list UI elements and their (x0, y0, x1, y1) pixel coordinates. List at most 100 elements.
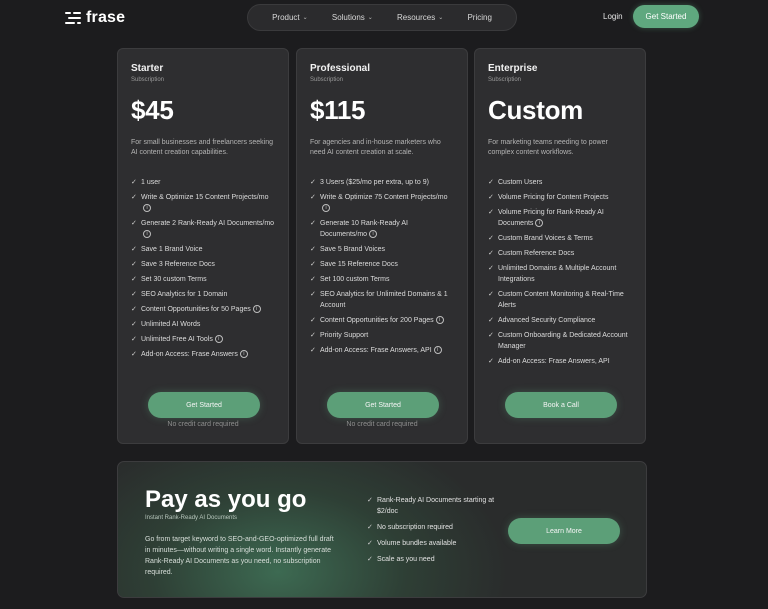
plan-description: For marketing teams needing to power com… (488, 139, 608, 156)
nav-pricing[interactable]: Pricing (467, 13, 491, 22)
feature-text: Save 15 Reference Docs (320, 261, 398, 268)
frase-logo[interactable]: frase (65, 9, 125, 27)
feature-text: Custom Brand Voices & Terms (498, 235, 593, 242)
feature-item: ✓ Write & Optimize 15 Content Projects/mo… (131, 192, 275, 214)
book-a-call-button[interactable]: Book a Call (505, 392, 617, 418)
plan-price: $115 (310, 95, 366, 125)
plan-description: For agencies and in-house marketers who … (310, 139, 441, 156)
feature-item: ✓ Custom Reference Docs (488, 248, 632, 259)
check-icon: ✓ (488, 209, 494, 216)
check-icon: ✓ (310, 179, 316, 186)
feature-item: ✓ Set 30 custom Terms (131, 274, 275, 285)
plan-card-starter: Starter Subscription $45 For small busin… (117, 48, 289, 444)
info-icon[interactable]: i (239, 350, 248, 359)
feature-text: Unlimited Domains & Multiple Account Int… (498, 265, 617, 283)
check-icon: ✓ (310, 317, 316, 324)
check-icon: ✓ (131, 306, 137, 313)
check-icon: ✓ (488, 317, 494, 324)
payg-feature-item: ✓ No subscription required (367, 522, 497, 533)
feature-item: ✓ Advanced Security Compliance (488, 315, 632, 326)
feature-item: ✓ Unlimited Free AI Tools i (131, 334, 275, 345)
feature-text: Unlimited AI Words (141, 321, 201, 328)
plan-features: ✓ 3 Users ($25/mo per extra, up to 9) ✓ Wri… (310, 177, 454, 356)
check-icon: ✓ (131, 220, 137, 227)
feature-text: Write & Optimize 15 Content Projects/moi (141, 194, 269, 213)
check-icon: ✓ (488, 179, 494, 186)
feature-item: ✓ Add-on Access: Frase Answers i (131, 349, 275, 360)
info-icon[interactable]: i (252, 305, 261, 314)
feature-text: Set 100 custom Terms (320, 276, 390, 283)
chevron-down-icon: ⌄ (302, 15, 308, 21)
check-icon: ✓ (310, 220, 316, 227)
info-icon[interactable]: i (433, 346, 442, 355)
payg-feature-item: ✓ Volume bundles available (367, 538, 497, 549)
info-icon[interactable]: i (214, 335, 223, 344)
plan-card-professional: Professional Subscription $115 For agenc… (296, 48, 468, 444)
feature-item: ✓ Save 15 Reference Docs (310, 259, 454, 270)
info-icon[interactable]: i (535, 219, 544, 228)
feature-text: SEO Analytics for 1 Domain (141, 291, 228, 298)
feature-text: Custom Content Monitoring & Real-Time Al… (498, 291, 624, 309)
feature-item: ✓ Volume Pricing for Rank-Ready AI Docume… (488, 207, 632, 229)
info-icon[interactable]: i (143, 230, 151, 239)
check-icon: ✓ (488, 358, 494, 365)
feature-text: Generate 10 Rank-Ready AI Documents/mo i (320, 220, 408, 239)
plan-price: Custom (488, 95, 583, 125)
info-icon[interactable]: i (322, 204, 330, 213)
feature-text: Unlimited Free AI Tools i (141, 334, 223, 345)
payg-title: Pay as you go (145, 486, 307, 513)
plan-features: ✓ Custom Users ✓ Volume Pricing for Content… (488, 177, 632, 367)
feature-item: ✓ Save 3 Reference Docs (131, 259, 275, 270)
payg-subtitle: Instant Rank-Ready AI Documents (145, 515, 238, 521)
info-icon[interactable]: i (369, 230, 378, 239)
plan-name: Starter (131, 63, 164, 74)
check-icon: ✓ (131, 321, 137, 328)
nav-resources[interactable]: Resources ⌄ (397, 13, 443, 22)
feature-item: ✓ Save 1 Brand Voice (131, 244, 275, 255)
feature-item: ✓ Write & Optimize 75 Content Projects/mo… (310, 192, 454, 214)
feature-text: Add-on Access: Frase Answers, API (498, 358, 610, 365)
check-icon: ✓ (131, 246, 137, 253)
plan-type: Subscription (131, 77, 165, 83)
plan-card-enterprise: Enterprise Subscription Custom For marke… (474, 48, 646, 444)
feature-text: Content Opportunities for 50 Pages i (141, 304, 261, 315)
learn-more-button[interactable]: Learn More (508, 518, 620, 544)
check-icon: ✓ (131, 276, 137, 283)
feature-text: Priority Support (320, 332, 369, 339)
check-icon: ✓ (488, 250, 494, 257)
check-icon: ✓ (367, 524, 373, 531)
plan-name: Enterprise (488, 63, 538, 74)
get-started-button[interactable]: Get Started (148, 392, 260, 418)
feature-text: Content Opportunities for 200 Pages i (320, 315, 444, 326)
info-icon[interactable]: i (435, 316, 444, 325)
nav-solutions[interactable]: Solutions ⌄ (332, 13, 373, 22)
pay-as-you-go-section: Pay as you go Instant Rank-Ready AI Docu… (117, 461, 647, 598)
header-get-started-button[interactable]: Get Started (633, 5, 699, 28)
get-started-button[interactable]: Get Started (327, 392, 439, 418)
check-icon: ✓ (310, 194, 316, 201)
check-icon: ✓ (310, 276, 316, 283)
feature-item: ✓ Set 100 custom Terms (310, 274, 454, 285)
check-icon: ✓ (131, 179, 137, 186)
feature-text: Add-on Access: Frase Answers i (141, 349, 248, 360)
feature-text: Write & Optimize 75 Content Projects/moi (320, 194, 448, 213)
chevron-down-icon: ⌄ (438, 15, 444, 21)
feature-item: ✓ Generate 2 Rank-Ready AI Documents/moi (131, 218, 275, 240)
logo-text: frase (86, 9, 126, 26)
plan-name: Professional (310, 63, 371, 74)
plan-type: Subscription (310, 77, 344, 83)
feature-item: ✓ 3 Users ($25/mo per extra, up to 9) (310, 177, 454, 188)
plan-features: ✓ 1 user ✓ Write & Optimize 15 Content Proj… (131, 177, 275, 360)
feature-item: ✓ SEO Analytics for 1 Domain (131, 289, 275, 300)
frase-logo-icon (65, 11, 81, 25)
login-link[interactable]: Login (603, 12, 623, 21)
nav-product[interactable]: Product ⌄ (272, 13, 308, 22)
feature-text: Save 1 Brand Voice (141, 246, 203, 253)
check-icon: ✓ (131, 351, 137, 358)
payg-feature-text: No subscription required (377, 524, 453, 531)
feature-item: ✓ Volume Pricing for Content Projects (488, 192, 632, 203)
info-icon[interactable]: i (143, 204, 151, 213)
check-icon: ✓ (310, 261, 316, 268)
plan-type: Subscription (488, 77, 522, 83)
check-icon: ✓ (367, 497, 373, 504)
